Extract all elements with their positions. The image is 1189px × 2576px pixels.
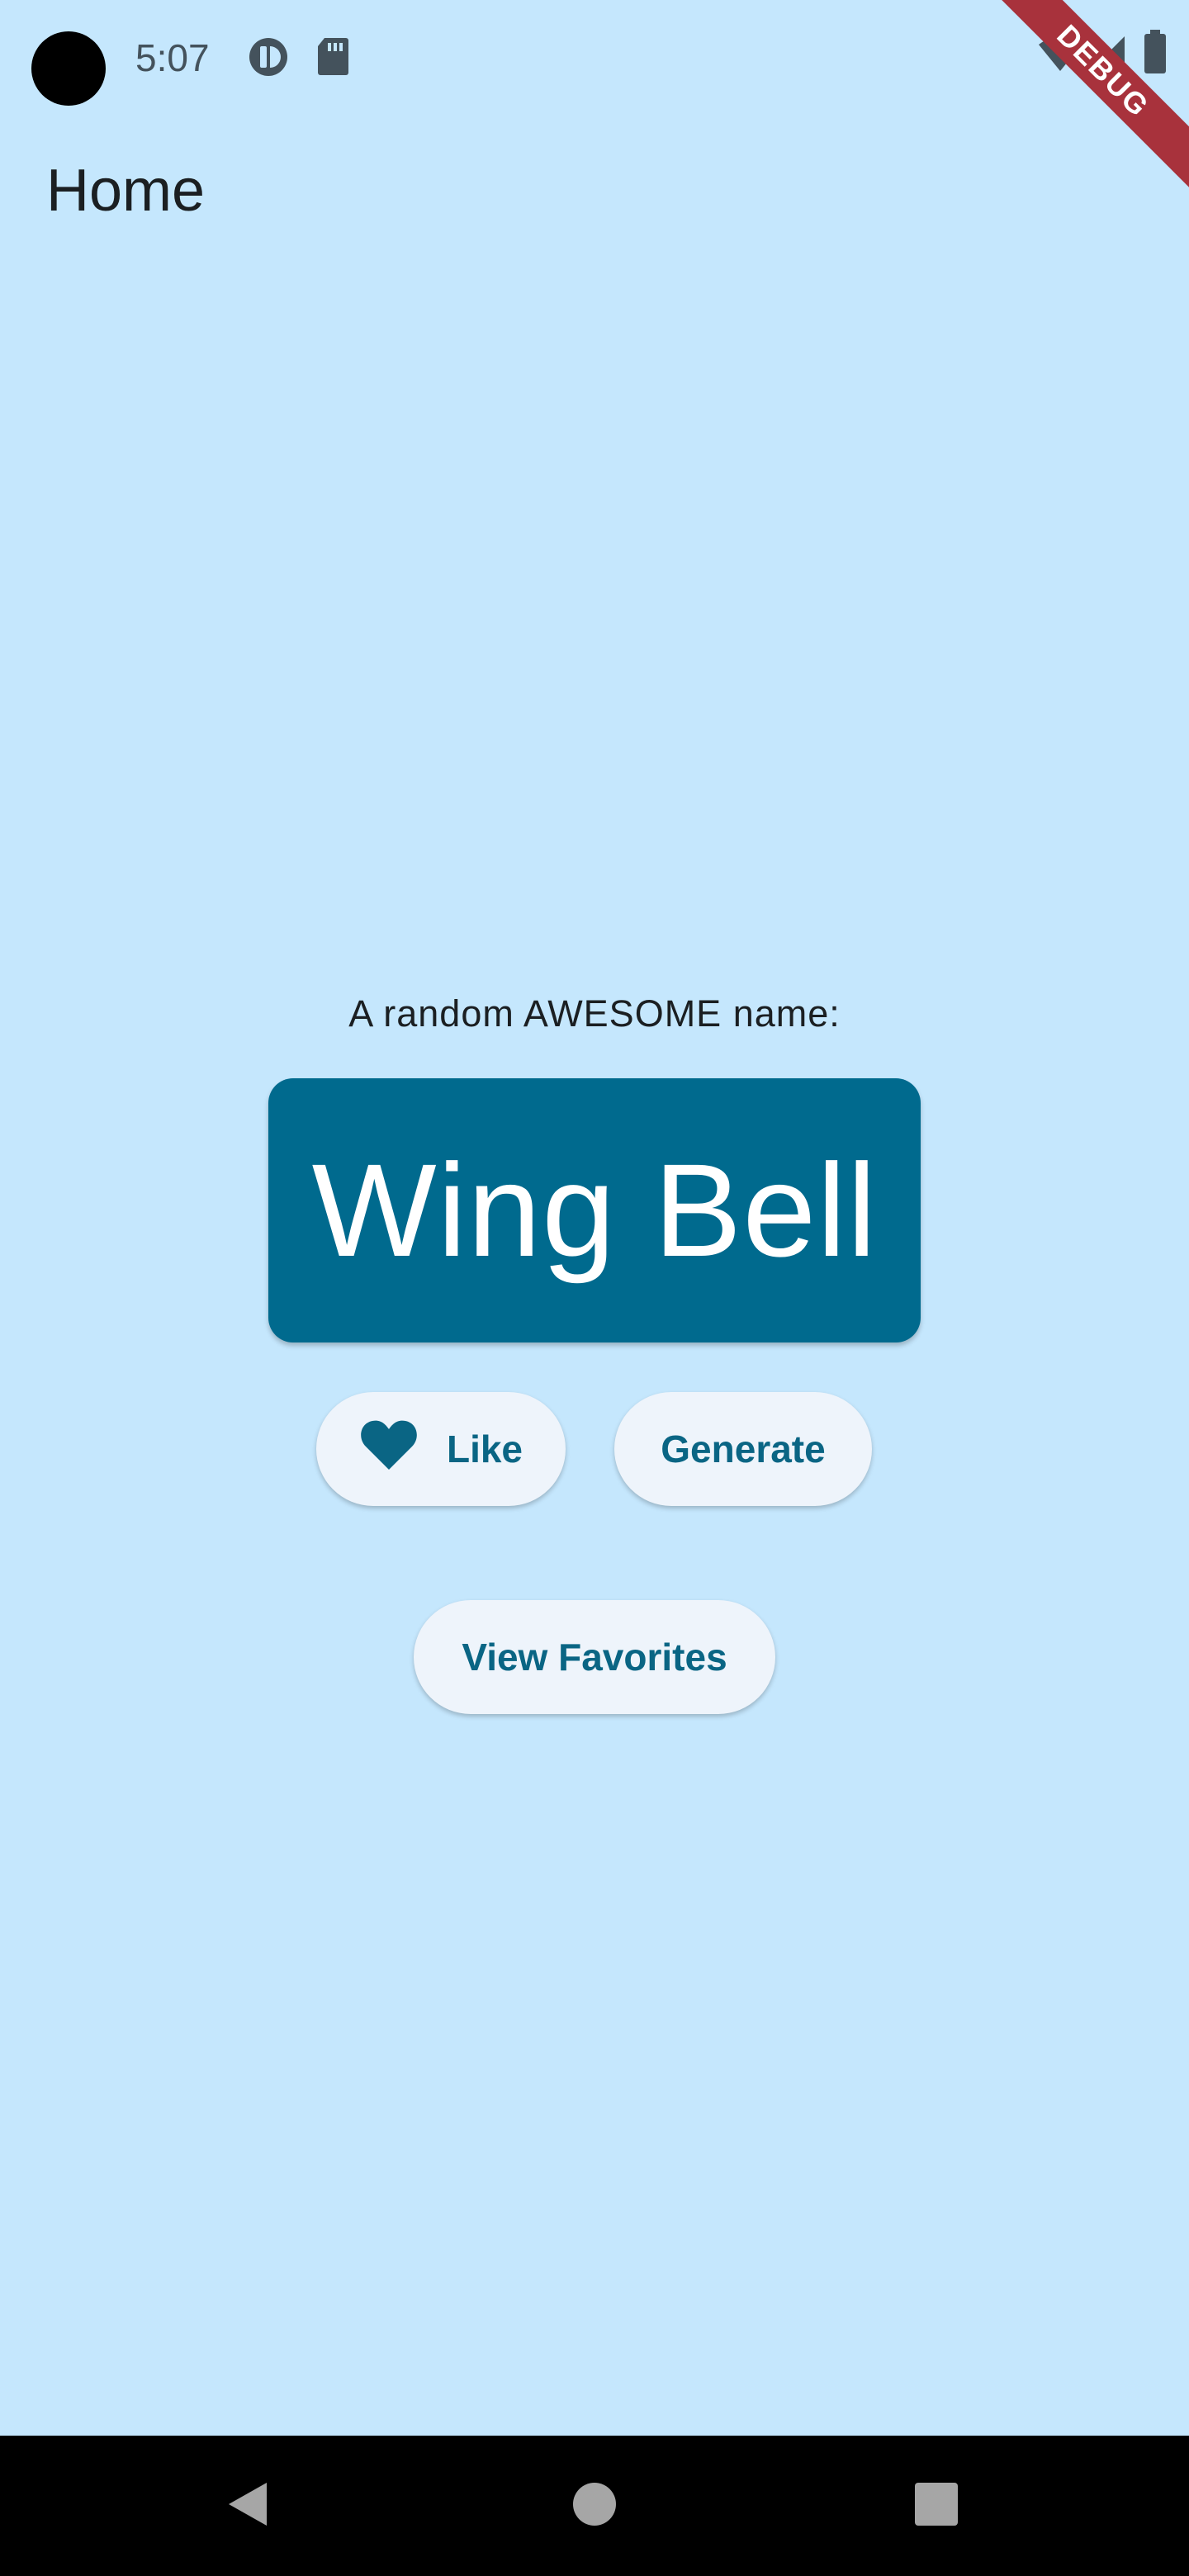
like-label: Like — [446, 1428, 523, 1470]
like-button[interactable]: Like — [316, 1392, 566, 1506]
recents-button[interactable] — [870, 2436, 1002, 2576]
page-title: Home — [46, 158, 206, 224]
heart-icon — [359, 1418, 419, 1480]
name-card: Wing Bell — [268, 1078, 921, 1342]
caption-text: A random AWESOME name: — [348, 992, 841, 1035]
camera-cutout — [31, 31, 106, 106]
status-time: 5:07 — [135, 36, 210, 79]
data-saver-icon — [248, 36, 289, 78]
back-button[interactable] — [182, 2436, 314, 2576]
view-favorites-label: View Favorites — [462, 1636, 727, 1679]
sd-card-icon — [316, 36, 349, 76]
generate-button[interactable]: Generate — [614, 1392, 872, 1506]
view-favorites-button[interactable]: View Favorites — [414, 1600, 775, 1714]
generated-name: Wing Bell — [311, 1136, 878, 1284]
back-icon — [225, 2479, 270, 2533]
generate-label: Generate — [661, 1428, 826, 1470]
home-button[interactable] — [528, 2436, 661, 2576]
battery-icon — [1143, 30, 1168, 74]
system-nav-bar — [0, 2436, 1189, 2576]
recents-icon — [913, 2481, 959, 2531]
home-icon — [572, 2482, 617, 2531]
